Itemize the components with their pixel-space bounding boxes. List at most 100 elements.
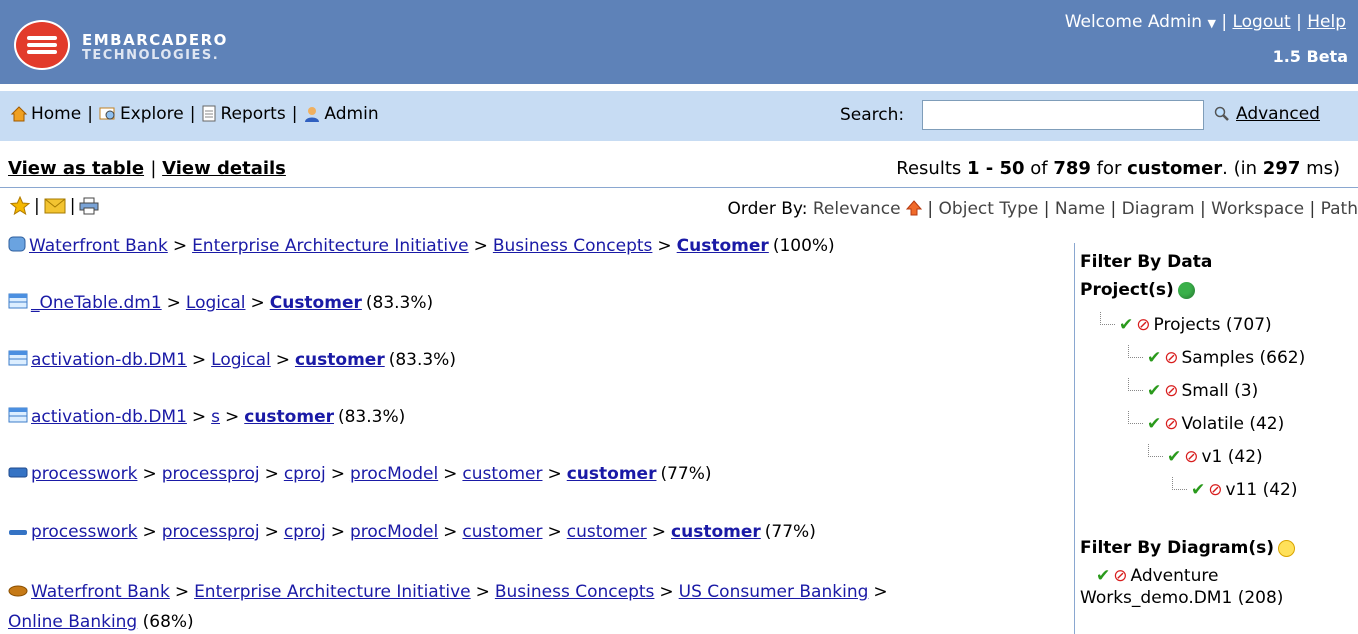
logout-link[interactable]: Logout [1232, 12, 1290, 32]
breadcrumb-link[interactable]: Enterprise Architecture Initiative [194, 582, 471, 602]
breadcrumb-link[interactable]: Logical [211, 350, 271, 370]
filter-tree-label[interactable]: Small (3) [1182, 381, 1259, 401]
table-icon [8, 406, 28, 429]
breadcrumb-link[interactable]: cproj [284, 522, 326, 542]
nav-home[interactable]: Home [10, 104, 81, 124]
include-check-icon[interactable]: ✔ [1167, 447, 1181, 467]
result-row: processwork > processproj > cproj > procModel >… [8, 464, 712, 484]
nav-reports[interactable]: Reports [201, 104, 286, 124]
breadcrumb-link[interactable]: cproj [284, 464, 326, 484]
order-workspace[interactable]: Workspace [1211, 199, 1304, 219]
breadcrumb-link[interactable]: Business Concepts [495, 582, 655, 602]
nav-admin-label: Admin [324, 104, 379, 124]
exclude-icon[interactable]: ⊘ [1164, 348, 1178, 368]
breadcrumb-link[interactable]: customer [462, 522, 542, 542]
filter-tree-label[interactable]: Volatile (42) [1182, 414, 1285, 434]
order-object-type[interactable]: Object Type [939, 199, 1039, 219]
result-target-link[interactable]: Customer [270, 293, 362, 313]
advanced-search-link[interactable]: Advanced [1236, 104, 1320, 124]
breadcrumb-link[interactable]: Logical [186, 293, 246, 313]
include-check-icon[interactable]: ✔ [1147, 414, 1161, 434]
view-links: View as table | View details [8, 158, 286, 179]
email-icon[interactable] [44, 197, 66, 215]
breadcrumb-link[interactable]: Waterfront Bank [31, 582, 170, 602]
green-status-dot-icon[interactable] [1177, 281, 1195, 299]
result-row-continuation[interactable]: Online Banking (68%) [8, 612, 194, 632]
welcome-user-menu[interactable]: Welcome Admin ▼ [1065, 12, 1216, 32]
include-check-icon[interactable]: ✔ [1096, 566, 1110, 586]
result-target-link[interactable]: customer [567, 464, 657, 484]
diagram-filter-heading: Filter By Diagram(s) [1080, 534, 1358, 562]
include-check-icon[interactable]: ✔ [1147, 381, 1161, 401]
result-target-link[interactable]: customer [671, 522, 761, 542]
filter-by-data-title: Filter By Data [1080, 252, 1213, 272]
filter-tree-item: ✔ ⊘ Small (3) [1080, 374, 1358, 407]
order-name[interactable]: Name [1055, 199, 1105, 219]
breadcrumb-link[interactable]: activation-db.DM1 [31, 407, 187, 427]
filter-tree-label[interactable]: Samples (662) [1182, 348, 1306, 368]
reports-icon [202, 105, 216, 122]
include-check-icon[interactable]: ✔ [1191, 480, 1205, 500]
breadcrumb-link[interactable]: processproj [162, 464, 260, 484]
exclude-icon[interactable]: ⊘ [1184, 447, 1198, 467]
yellow-status-dot-icon[interactable] [1278, 539, 1295, 557]
exclude-icon[interactable]: ⊘ [1208, 480, 1222, 500]
nav-home-label: Home [31, 104, 82, 124]
include-check-icon[interactable]: ✔ [1119, 315, 1133, 335]
relevance-score: (83.3%) [337, 407, 406, 427]
tree-connector [1128, 411, 1143, 424]
include-check-icon[interactable]: ✔ [1147, 348, 1161, 368]
breadcrumb-link[interactable]: activation-db.DM1 [31, 350, 187, 370]
breadcrumb-link[interactable]: Waterfront Bank [29, 236, 168, 256]
advanced-search[interactable]: Advanced [1214, 104, 1320, 124]
breadcrumb-link[interactable]: procModel [350, 522, 438, 542]
exclude-icon[interactable]: ⊘ [1113, 566, 1127, 586]
diagram-filter-item: ✔ ⊘ Adventure [1096, 566, 1219, 586]
breadcrumb-link[interactable]: processwork [31, 464, 137, 484]
breadcrumb-link[interactable]: procModel [350, 464, 438, 484]
result-target-link[interactable]: customer [244, 407, 334, 427]
search-input[interactable] [922, 100, 1204, 130]
sort-up-arrow-icon[interactable] [905, 200, 923, 216]
breadcrumb-link[interactable]: s [211, 407, 220, 427]
nav-explore[interactable]: Explore [99, 104, 184, 124]
order-relevance[interactable]: Relevance [813, 199, 901, 219]
nav-explore-label: Explore [119, 104, 184, 124]
breadcrumb-link[interactable]: US Consumer Banking [679, 582, 869, 602]
breadcrumb-link[interactable]: Enterprise Architecture Initiative [192, 236, 469, 256]
breadcrumb-link[interactable]: _OneTable.dm1 [31, 293, 162, 313]
filter-tree-item: ✔ ⊘ v1 (42) [1080, 440, 1358, 473]
help-link[interactable]: Help [1307, 12, 1346, 32]
nav-admin[interactable]: Admin [303, 104, 379, 124]
filter-tree-label[interactable]: v1 (42) [1202, 447, 1263, 467]
exclude-icon[interactable]: ⊘ [1164, 381, 1178, 401]
relevance-score: (77%) [660, 464, 712, 484]
exclude-icon[interactable]: ⊘ [1136, 315, 1150, 335]
filter-tree-label[interactable]: v11 (42) [1226, 480, 1298, 500]
exclude-icon[interactable]: ⊘ [1164, 414, 1178, 434]
breadcrumb-link[interactable]: processproj [162, 522, 260, 542]
breadcrumb-link[interactable]: processwork [31, 522, 137, 542]
table-icon [8, 349, 28, 372]
view-details-link[interactable]: View details [162, 158, 286, 179]
filter-tree-label[interactable]: Projects (707) [1154, 315, 1272, 335]
order-path[interactable]: Path [1321, 199, 1358, 219]
breadcrumb-link[interactable]: customer [462, 464, 542, 484]
print-icon[interactable] [79, 197, 99, 215]
relevance-score: (100%) [772, 236, 835, 256]
relevance-score: (83.3%) [365, 293, 434, 313]
view-as-table-link[interactable]: View as table [8, 158, 144, 179]
concept-icon [8, 582, 28, 602]
favorite-star-icon[interactable] [10, 196, 30, 216]
result-target-link[interactable]: Customer [677, 236, 769, 256]
result-tools: | | [10, 196, 99, 216]
breadcrumb-link[interactable]: Business Concepts [493, 236, 653, 256]
breadcrumb-link[interactable]: customer [567, 522, 647, 542]
logo-text-line2: TECHNOLOGIES. [82, 48, 220, 63]
order-diagram[interactable]: Diagram [1122, 199, 1195, 219]
result-row: activation-db.DM1 > s > customer (83.3%) [8, 407, 405, 427]
version-label: 1.5 Beta [1272, 47, 1348, 66]
result-target-link[interactable]: customer [295, 350, 385, 370]
search-icon [1214, 106, 1229, 121]
nav-bar: Home | Explore | Reports | Admin Search:… [0, 91, 1358, 141]
